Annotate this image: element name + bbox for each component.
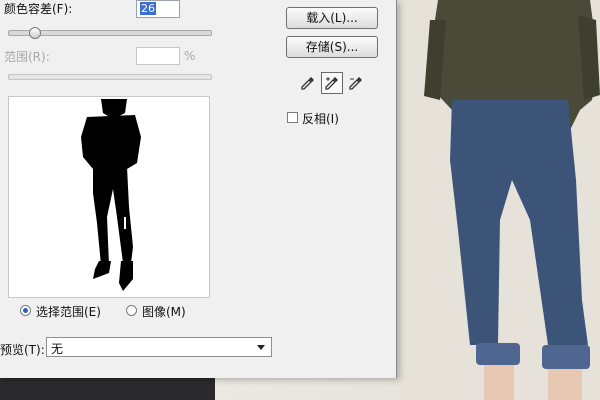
preview-label: 预览(T): <box>0 343 45 357</box>
save-button[interactable]: 存储(S)... <box>286 36 378 58</box>
dropdown-arrow-icon <box>257 345 265 350</box>
eyedropper-minus-icon <box>349 77 362 90</box>
selection-preview[interactable] <box>8 96 210 298</box>
preview-select-value: 无 <box>51 342 64 356</box>
image-radio-label: 图像(M) <box>142 305 186 319</box>
eyedropper-plus-icon <box>325 77 338 90</box>
selection-mask-image <box>81 99 141 291</box>
invert-checkbox[interactable] <box>287 112 298 123</box>
range-label: 范围(R): <box>4 50 50 64</box>
eyedropper-tool[interactable] <box>297 72 319 94</box>
color-range-dialog: 颜色容差(F): 26 范围(R): % 选择范围(E) 图像(M) 预览(T)… <box>0 0 397 378</box>
invert-label: 反相(I) <box>302 112 339 126</box>
fuzziness-value: 26 <box>140 2 156 15</box>
preview-select[interactable]: 无 <box>46 337 272 357</box>
fuzziness-slider-thumb[interactable] <box>29 27 42 39</box>
selection-radio-label: 选择范围(E) <box>36 305 101 319</box>
range-slider-track[interactable] <box>8 74 212 80</box>
eyedropper-plus-tool[interactable] <box>321 72 343 94</box>
taskbar-strip <box>0 378 215 400</box>
fuzziness-input[interactable]: 26 <box>136 0 180 18</box>
eyedropper-minus-tool[interactable] <box>345 72 367 94</box>
selection-radio[interactable] <box>20 305 31 316</box>
range-input[interactable] <box>136 47 180 65</box>
eyedropper-icon <box>301 77 314 90</box>
image-radio[interactable] <box>126 305 137 316</box>
load-button[interactable]: 载入(L)... <box>286 7 378 29</box>
range-unit: % <box>184 49 196 63</box>
fuzziness-label: 颜色容差(F): <box>4 2 73 16</box>
